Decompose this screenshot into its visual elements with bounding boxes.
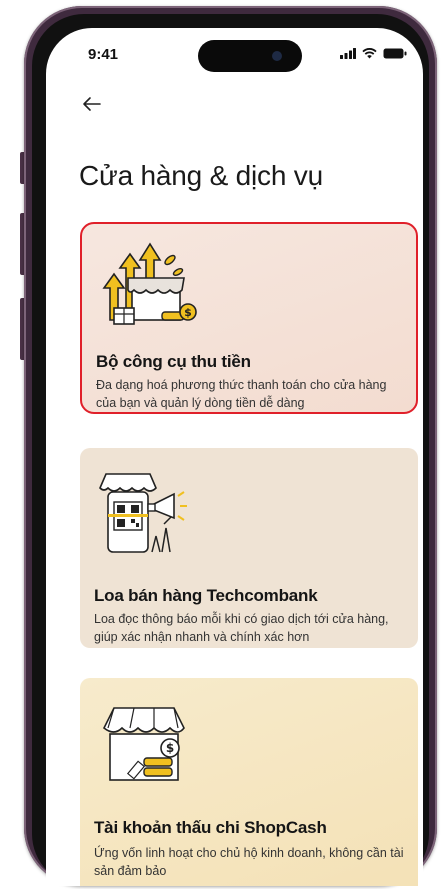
card-sales-speaker[interactable]: Loa bán hàng Techcombank Loa đọc thông b… bbox=[80, 448, 418, 648]
card-description: Ứng vốn linh hoạt cho chủ hộ kinh doanh,… bbox=[94, 846, 404, 878]
page-title: Cửa hàng & dịch vụ bbox=[79, 160, 323, 191]
battery-icon bbox=[383, 48, 407, 59]
card-title: Bộ công cụ thu tiền bbox=[96, 352, 251, 371]
svg-text:$: $ bbox=[166, 741, 174, 755]
card-title: Loa bán hàng Techcombank bbox=[94, 586, 318, 605]
store-growth-coins-icon: $ bbox=[102, 242, 197, 325]
back-arrow-icon[interactable] bbox=[78, 90, 106, 118]
svg-text:$: $ bbox=[184, 306, 192, 319]
camera-icon bbox=[272, 51, 282, 61]
shop-cash-icon: $ bbox=[102, 707, 185, 781]
phone-bezel: 9:41 Cửa hàng & dịch vụ $ Bộ công cụ thu… bbox=[32, 14, 429, 886]
status-time: 9:41 bbox=[88, 46, 119, 63]
phone-frame: 9:41 Cửa hàng & dịch vụ $ Bộ công cụ thu… bbox=[24, 6, 437, 886]
card-shopcash-overdraft[interactable]: $ Tài khoản thấu chi ShopCash Ứng vốn li… bbox=[80, 678, 418, 886]
status-icons bbox=[340, 48, 407, 59]
dynamic-island bbox=[198, 40, 302, 72]
card-description: Loa đọc thông báo mỗi khi có giao dịch t… bbox=[94, 612, 389, 644]
phone-screen: 9:41 Cửa hàng & dịch vụ $ Bộ công cụ thu… bbox=[46, 28, 423, 886]
wifi-icon bbox=[362, 48, 377, 59]
qr-speaker-icon bbox=[99, 473, 187, 553]
signal-icon bbox=[340, 48, 356, 59]
card-title: Tài khoản thấu chi ShopCash bbox=[94, 818, 327, 837]
card-description: Đa dạng hoá phương thức thanh toán cho c… bbox=[96, 378, 387, 410]
card-payment-tools[interactable]: $ Bộ công cụ thu tiền Đa dạng hoá phương… bbox=[80, 222, 418, 414]
